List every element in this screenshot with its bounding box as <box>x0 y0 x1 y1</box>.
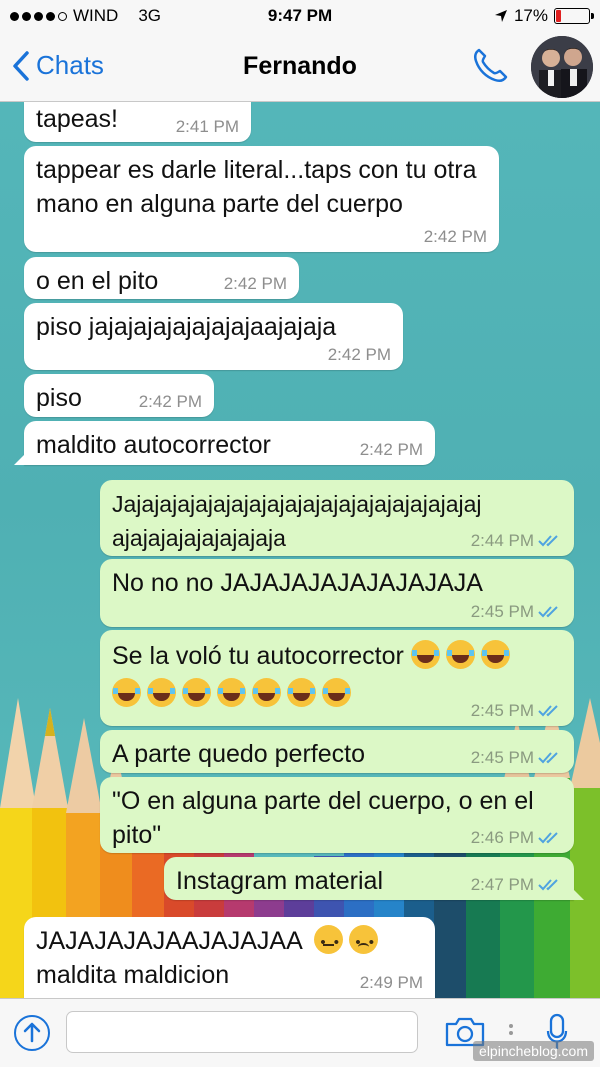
double-check-icon <box>538 752 558 764</box>
message-time: 2:41 PM <box>175 117 239 136</box>
message-time: 2:49 PM <box>359 973 423 992</box>
bubble-tail <box>14 451 28 465</box>
double-check-icon <box>538 705 558 717</box>
chat-header: Chats Fernando <box>0 32 600 102</box>
message-text: Se la voló tu autocorrector <box>112 642 404 670</box>
watermark: elpincheblog.com <box>473 1041 594 1061</box>
incoming-message[interactable]: JAJAJAJAJAAJAJAJAA maldita maldicion 2:4… <box>24 917 435 998</box>
message-text: Jajajajajajajajajajajajajajajajajajajaja… <box>112 491 482 551</box>
outgoing-message[interactable]: A parte quedo perfecto 2:45 PM <box>100 730 574 773</box>
message-text: maldito autocorrector <box>36 431 271 459</box>
incoming-message[interactable]: piso jajajajajajajajajaajajaja 2:42 PM <box>24 303 403 370</box>
message-time: 2:45 PM <box>471 748 562 768</box>
time-label: 2:45 PM <box>470 602 534 621</box>
laughing-emoji-icon <box>287 678 316 707</box>
outgoing-message[interactable]: No no no JAJAJAJAJAJAJAJAJA 2:45 PM <box>100 559 574 627</box>
message-text: tapeas! <box>36 105 119 133</box>
laughing-emoji-icon <box>410 640 440 669</box>
incoming-message[interactable]: tapeas! 2:41 PM <box>24 102 251 142</box>
back-chevron-icon <box>13 50 29 81</box>
incoming-message[interactable]: o en el pito 2:42 PM <box>24 257 299 299</box>
message-time: 2:42 PM <box>359 440 423 459</box>
message-text: JAJAJAJAJAAJAJAJAA <box>36 927 302 955</box>
laughing-emoji-icon <box>112 678 141 707</box>
laughing-emoji-icon <box>480 640 510 669</box>
message-text: No no no JAJAJAJAJAJAJAJAJA <box>112 569 483 597</box>
incoming-message[interactable]: tappear es darle literal...taps con tu o… <box>24 146 499 252</box>
back-button[interactable]: Chats <box>12 50 104 81</box>
battery-icon <box>554 8 594 24</box>
status-bar: WIND 3G 9:47 PM 17% <box>0 0 600 32</box>
neutral-face-icon <box>314 925 344 960</box>
message-time: 2:45 PM <box>471 602 562 622</box>
message-time: 2:42 PM <box>138 392 202 411</box>
call-button[interactable] <box>470 46 510 91</box>
message-text: tappear es darle literal...taps con tu o… <box>36 156 477 218</box>
laughing-emoji-icon <box>182 678 211 707</box>
incoming-message[interactable]: piso 2:42 PM <box>24 374 214 417</box>
signal-carrier: WIND 3G <box>10 6 161 26</box>
message-text: A parte quedo perfecto <box>112 740 365 768</box>
upload-icon <box>23 1022 41 1043</box>
outgoing-message[interactable]: Jajajajajajajajajajajajajajajajajajajaja… <box>100 480 574 556</box>
message-input[interactable] <box>66 1011 418 1053</box>
message-time: 2:42 PM <box>327 345 391 364</box>
laughing-emoji-icon <box>147 678 176 707</box>
message-time: 2:44 PM <box>471 531 562 551</box>
incoming-message[interactable]: maldito autocorrector 2:42 PM <box>14 421 435 465</box>
time-label: 2:46 PM <box>470 828 534 847</box>
message-text: piso <box>36 384 82 412</box>
laughing-emoji-icon <box>445 640 475 669</box>
message-time: 2:45 PM <box>471 701 562 721</box>
message-text: Instagram material <box>176 867 384 895</box>
time-label: 2:47 PM <box>470 875 534 894</box>
message-time: 2:42 PM <box>423 227 487 246</box>
contact-avatar[interactable] <box>531 36 593 98</box>
divider-dots-icon <box>509 1024 513 1035</box>
status-time: 9:47 PM <box>267 6 333 25</box>
double-check-icon <box>538 535 558 547</box>
message-time: 2:47 PM <box>471 875 562 895</box>
battery-percent: 17% <box>513 6 548 25</box>
message-time: 2:42 PM <box>223 274 287 293</box>
location-arrow-icon <box>494 10 507 22</box>
message-list[interactable]: tapeas! 2:41 PM tappear es darle literal… <box>0 102 600 998</box>
bubble-tail <box>570 886 584 900</box>
time-label: 2:45 PM <box>470 701 534 720</box>
time-label: 2:45 PM <box>470 748 534 767</box>
signal-strength-icon <box>10 11 67 21</box>
outgoing-message[interactable]: "O en alguna parte del cuerpo, o en el p… <box>100 777 574 853</box>
time-label: 2:44 PM <box>470 531 534 550</box>
message-text: piso jajajajajajajajajaajajaja <box>36 313 337 341</box>
message-text: o en el pito <box>36 267 159 295</box>
carrier-name: WIND <box>73 6 119 25</box>
attach-button[interactable] <box>14 1015 50 1051</box>
frowning-face-icon <box>349 925 379 960</box>
composer-bar: elpincheblog.com <box>0 998 600 1067</box>
back-label: Chats <box>36 50 104 80</box>
double-check-icon <box>538 606 558 618</box>
message-time: 2:46 PM <box>471 828 562 848</box>
double-check-icon <box>538 879 558 891</box>
network-type: 3G <box>138 6 162 25</box>
laughing-emoji-icon <box>217 678 246 707</box>
outgoing-message[interactable]: Instagram material 2:47 PM <box>164 857 584 900</box>
outgoing-message[interactable]: Se la voló tu autocorrector 2:45 PM <box>100 630 574 726</box>
laughing-emoji-icon <box>252 678 281 707</box>
phone-icon <box>473 48 508 83</box>
double-check-icon <box>538 832 558 844</box>
laughing-emoji-icon <box>322 678 351 707</box>
message-text-line2: maldita maldicion <box>36 961 230 989</box>
